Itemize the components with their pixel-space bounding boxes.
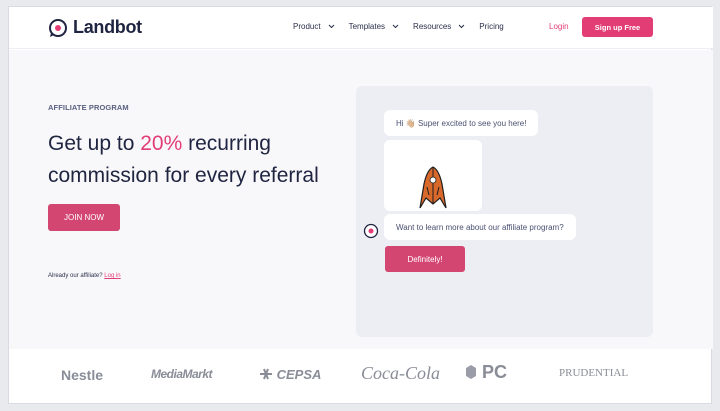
brand-name: Landbot xyxy=(73,17,142,37)
nav-pricing-label: Pricing xyxy=(479,22,504,31)
logo-cepsa: CEPSA xyxy=(259,367,321,382)
headline-accent: 20% xyxy=(140,132,183,155)
chevron-down-icon xyxy=(328,24,334,29)
chat-bubble-greeting: Hi 👋🏼 Super excited to see you here! xyxy=(384,110,539,136)
logo-coca-cola: Coca-Cola xyxy=(361,363,440,383)
nav-product-label: Product xyxy=(293,22,321,31)
nav-templates-label: Templates xyxy=(348,22,386,31)
nav-resources[interactable]: Resources xyxy=(413,22,465,31)
chat-bubble-question: Want to learn more about our affiliate p… xyxy=(384,214,576,240)
logo-mediamarkt: MediaMarkt xyxy=(151,367,213,381)
signup-button[interactable]: Sign up Free xyxy=(582,17,653,37)
logo-pc-label: PC xyxy=(482,362,508,382)
nav-resources-label: Resources xyxy=(413,22,452,31)
join-now-button[interactable]: JOIN NOW xyxy=(48,204,120,231)
nav-product[interactable]: Product xyxy=(293,22,335,31)
main-nav: Product Templates Resources Pricing xyxy=(293,22,504,31)
logo-cepsa-label: CEPSA xyxy=(276,367,322,382)
logo-nestle: Nestle xyxy=(61,367,104,383)
chat-gif xyxy=(384,140,482,211)
already-text: Already our affiliate? xyxy=(48,273,103,279)
client-logos: Nestle MediaMarkt CEPSA Coca-Cola PC PRU… xyxy=(9,352,713,404)
logo-pc: PC xyxy=(465,362,507,383)
landbot-logo-icon xyxy=(49,18,67,37)
chevron-down-icon xyxy=(392,24,399,29)
login-link[interactable]: Login xyxy=(549,22,569,31)
eyebrow-label: AFFILIATE PROGRAM xyxy=(48,103,129,112)
bot-avatar-icon xyxy=(363,223,379,239)
nav-templates[interactable]: Templates xyxy=(349,22,399,31)
dancing-character-icon xyxy=(419,166,447,209)
cepsa-mark-icon xyxy=(260,368,272,380)
hero-headline: Get up to 20% recurring commission for e… xyxy=(48,128,348,192)
definitely-button[interactable]: Definitely! xyxy=(385,246,465,272)
nav-pricing[interactable]: Pricing xyxy=(479,22,503,31)
page-frame: Landbot Product Templates Resources Pric… xyxy=(8,6,713,404)
logo-prudential: PRUDENTIAL xyxy=(559,367,629,379)
affiliate-login-link[interactable]: Log in xyxy=(104,273,120,279)
chevron-down-icon xyxy=(458,24,465,29)
already-affiliate-text: Already our affiliate? Log in xyxy=(48,273,121,279)
chat-demo-panel: Hi 👋🏼 Super excited to see you here! Wan… xyxy=(356,86,653,337)
site-header: Landbot Product Templates Resources Pric… xyxy=(9,7,713,49)
brand-logo[interactable]: Landbot xyxy=(48,17,142,38)
headline-pre: Get up to xyxy=(48,132,141,155)
pc-cube-icon xyxy=(466,365,476,379)
